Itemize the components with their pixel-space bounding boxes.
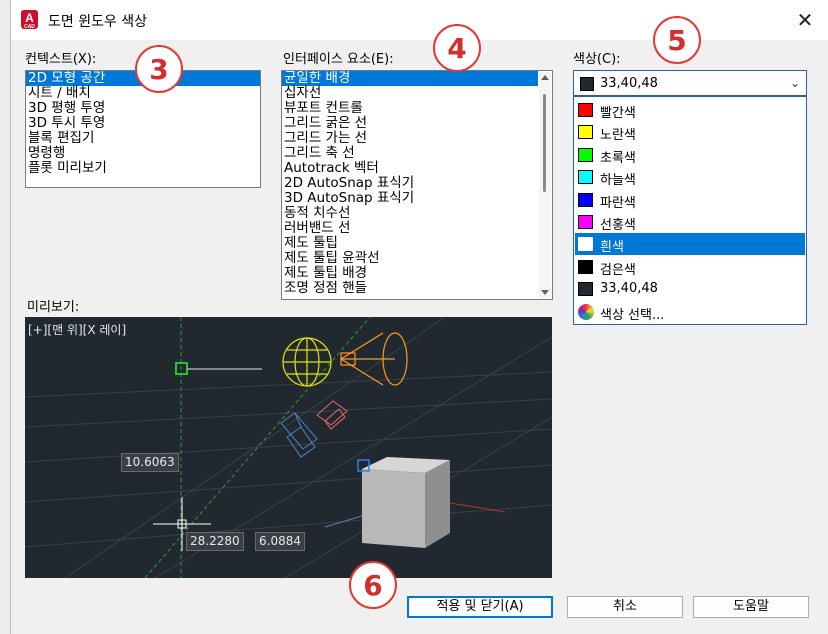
color-swatch [578, 192, 593, 207]
interface-element-item[interactable]: 제도 툴팁 [282, 236, 538, 251]
preview-label: 미리보기: [27, 300, 80, 315]
callout-3: 3 [135, 45, 183, 93]
blue-axis-line [324, 515, 363, 528]
color-swatch [578, 237, 593, 252]
color-label: 색상(C): [573, 52, 621, 67]
interface-element-item[interactable]: 제도 툴팁 배경 [282, 266, 538, 281]
context-item[interactable]: 명령행 [26, 146, 260, 161]
color-combobox[interactable]: 33,40,48 ⌄ [573, 70, 807, 96]
color-option-label: 흰색 [600, 240, 624, 256]
color-option[interactable]: 노란색 [575, 121, 805, 143]
color-swatch [578, 282, 593, 297]
background-window-strip [0, 0, 10, 634]
color-swatch [578, 147, 593, 162]
color-swatch [578, 215, 593, 229]
color-option-label: 초록색 [600, 150, 636, 166]
context-item[interactable]: 플롯 미리보기 [26, 161, 260, 176]
color-swatch [578, 103, 593, 117]
interface-list-scrollbar[interactable] [539, 72, 551, 298]
context-item[interactable]: 블록 편집기 [26, 131, 260, 146]
color-option-label: 하늘색 [600, 173, 636, 189]
color-option-label: 노란색 [600, 128, 636, 144]
chevron-down-icon[interactable]: ⌄ [790, 76, 800, 90]
blue-wire-object [280, 412, 318, 458]
help-button[interactable]: 도움말 [693, 596, 809, 618]
color-swatch [578, 170, 593, 185]
color-option-label: 검은색 [600, 262, 636, 278]
interface-element-item[interactable]: 그리드 축 선 [282, 146, 538, 161]
interface-element-item[interactable]: 러버밴드 선 [282, 221, 538, 236]
cancel-button[interactable]: 취소 [567, 596, 683, 618]
close-icon[interactable]: ✕ [790, 6, 820, 34]
interface-element-item[interactable]: 균일한 배경 [282, 71, 538, 86]
context-item[interactable]: 시트 / 배치 [26, 86, 260, 101]
scroll-up-icon[interactable] [541, 75, 549, 80]
scroll-down-icon[interactable] [541, 290, 549, 295]
color-option[interactable]: 33,40,48 [575, 278, 805, 300]
color-option-label: 색상 선택... [600, 307, 665, 323]
interface-element-listbox[interactable]: 균일한 배경 십자선 뷰포트 컨트롤 그리드 굵은 선 그리드 가는 선 그리드 축 선A… [281, 70, 553, 300]
color-option[interactable]: 파란색 [575, 189, 805, 211]
spot-light [340, 332, 408, 386]
autocad-app-icon: A CAD [21, 10, 38, 30]
interface-element-item[interactable]: 3D AutoSnap 표식기 [282, 191, 538, 206]
title-bar: A CAD 도면 윈도우 색상 ✕ [11, 0, 828, 40]
context-label: 컨텍스트(X): [25, 52, 97, 67]
interface-element-item[interactable]: 동적 치수선 [282, 206, 538, 221]
color-option[interactable]: 흰색 [575, 233, 805, 256]
interface-element-item[interactable]: 십자선 [282, 86, 538, 101]
color-option[interactable]: 하늘색 [575, 166, 805, 188]
red-wire-object [316, 400, 348, 430]
color-option-label: 빨간색 [600, 106, 636, 121]
interface-element-label: 인터페이스 요소(E): [283, 52, 394, 67]
color-option-label: 파란색 [600, 195, 636, 211]
context-item[interactable]: 3D 평행 투영 [26, 101, 260, 116]
context-item[interactable]: 3D 투시 투영 [26, 116, 260, 131]
drawing-window-colors-dialog: A CAD 도면 윈도우 색상 ✕ 컨텍스트(X): 2D 모형 공간 시트 / 배… [10, 0, 828, 634]
interface-element-item[interactable]: 그리드 가는 선 [282, 131, 538, 146]
interface-element-item[interactable]: 제도 툴팁 윤곽선 [282, 251, 538, 266]
coordinate-y: 6.0884 [255, 532, 305, 551]
color-option[interactable]: 검은색 [575, 256, 805, 278]
color-swatch [578, 259, 593, 274]
dialog-title: 도면 윈도우 색상 [48, 14, 148, 30]
grey-cube [362, 457, 450, 548]
color-option[interactable]: 빨간색 [575, 99, 805, 121]
interface-element-item[interactable]: 그리드 굵은 선 [282, 116, 538, 131]
light-globe [282, 337, 332, 387]
dimension-value: 10.6063 [121, 453, 179, 472]
interface-element-item[interactable]: 조명 정점 핸들 [282, 281, 538, 296]
callout-6: 6 [349, 561, 397, 609]
color-option-label: 33,40,48 [600, 281, 658, 297]
color-option-label: 선홍색 [600, 218, 636, 233]
viewport-label: [+][맨 위][X 레이] [28, 323, 127, 337]
color-dropdown-list[interactable]: 빨간색노란색초록색하늘색파란색선홍색흰색검은색 33,40,48 색상 선택... [573, 96, 807, 325]
color-option[interactable]: 색상 선택... [575, 301, 805, 323]
scroll-thumb[interactable] [543, 94, 546, 192]
current-color-value: 33,40,48 [600, 76, 658, 91]
color-swatch [578, 125, 593, 140]
color-option[interactable]: 선홍색 [575, 211, 805, 233]
apply-and-close-button[interactable]: 적용 및 닫기(A) [407, 596, 553, 618]
color-wheel-icon [578, 303, 594, 320]
current-color-swatch [580, 77, 594, 91]
callout-5: 5 [653, 16, 701, 64]
interface-element-item[interactable]: Autotrack 벡터 [282, 161, 538, 176]
coordinate-x: 28.2280 [186, 532, 244, 551]
color-option[interactable]: 초록색 [575, 144, 805, 166]
interface-element-item[interactable]: 뷰포트 컨트롤 [282, 101, 538, 116]
interface-element-item[interactable]: 2D AutoSnap 표식기 [282, 176, 538, 191]
callout-4: 4 [433, 24, 481, 72]
preview-viewport: [+][맨 위][X 레이] 10.6063 28.2280 6.0884 [25, 317, 552, 578]
